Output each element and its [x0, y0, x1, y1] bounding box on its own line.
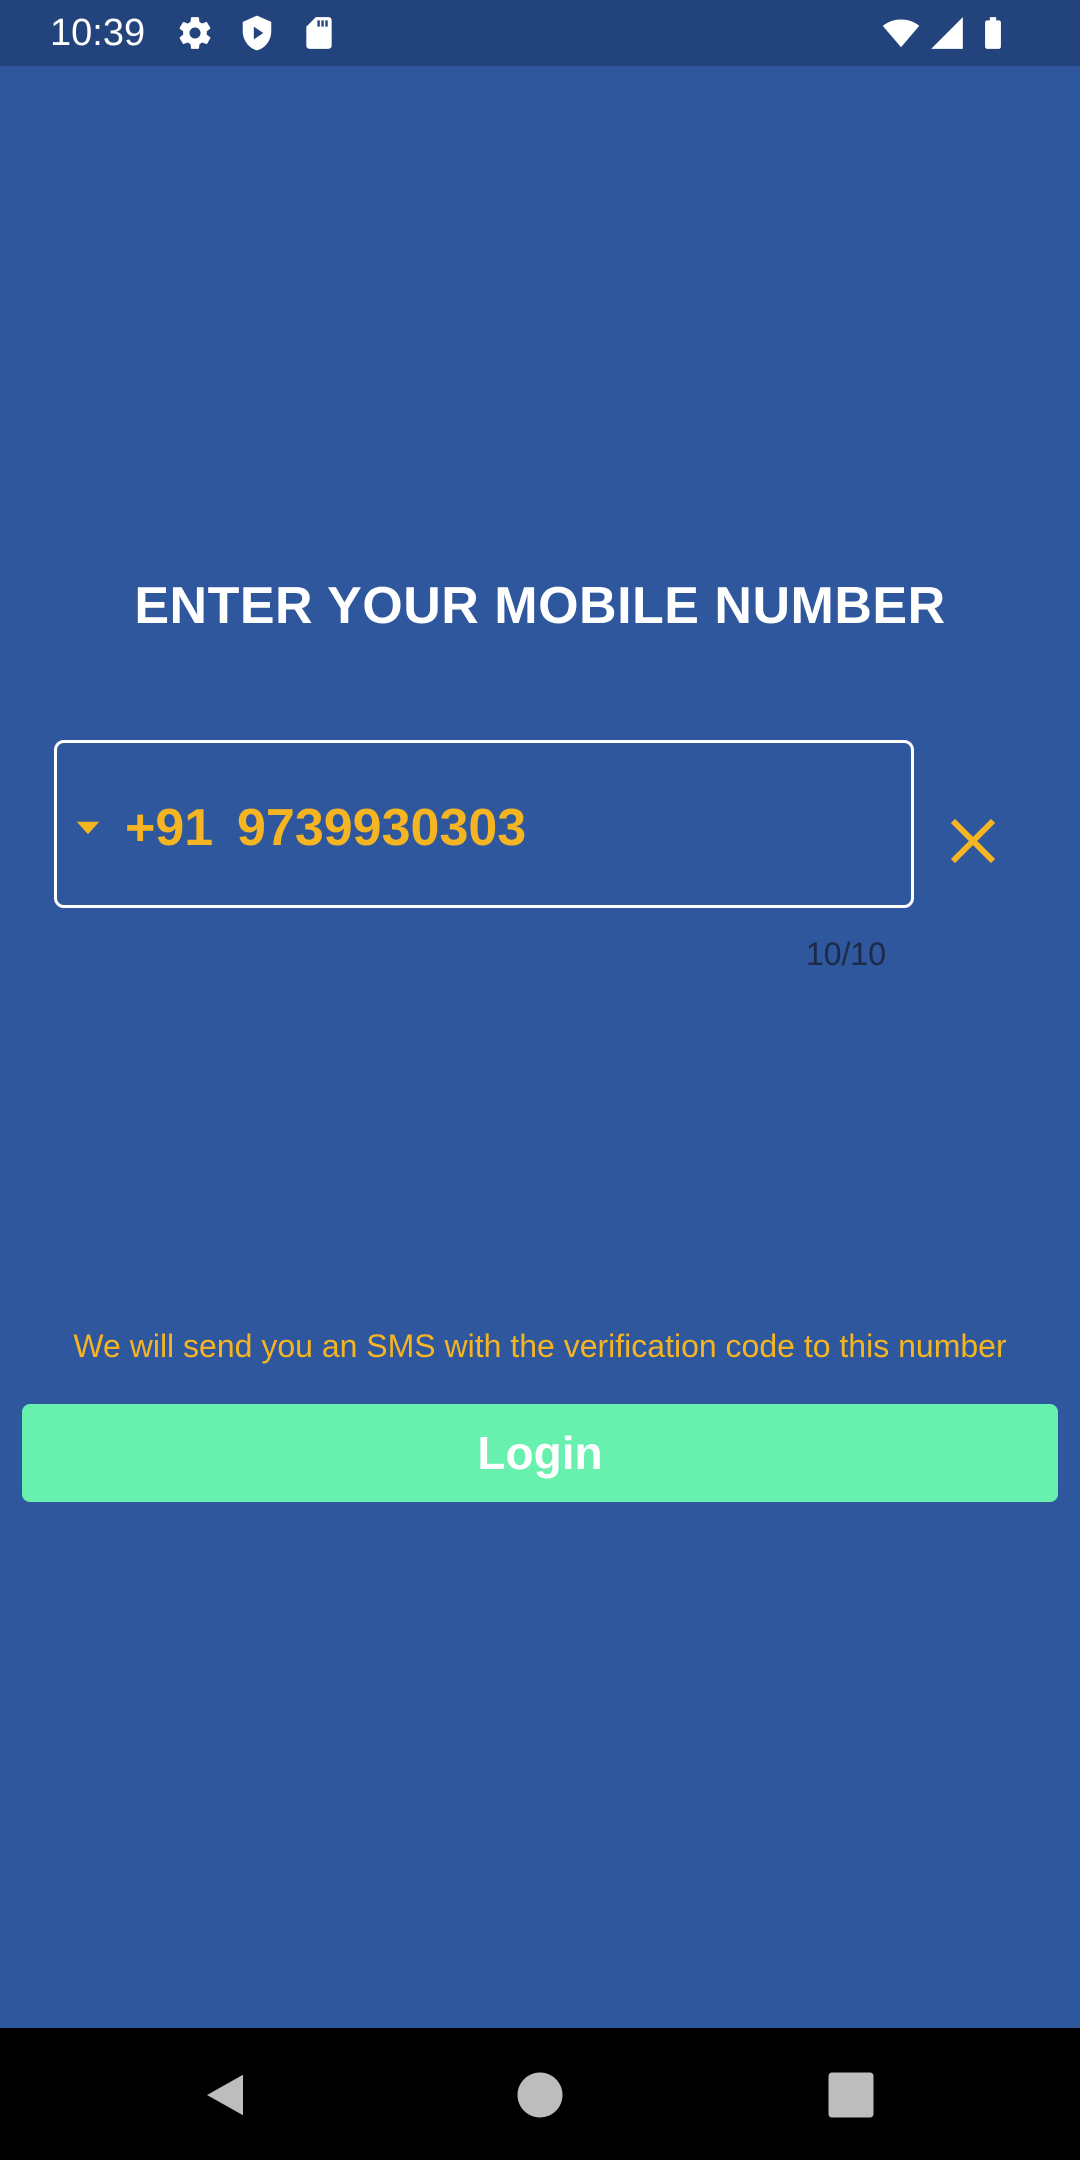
signal-icon	[928, 14, 966, 52]
status-time: 10:39	[50, 12, 146, 54]
phone-input-box: +91	[54, 740, 914, 908]
country-code-picker[interactable]: +91	[73, 783, 213, 873]
status-bar: 10:39	[0, 0, 1080, 66]
clear-icon[interactable]	[946, 814, 1000, 868]
login-button[interactable]: Login	[22, 1404, 1058, 1502]
battery-icon	[974, 14, 1012, 52]
phone-number-input[interactable]	[237, 783, 897, 873]
wifi-icon	[882, 14, 920, 52]
country-code: +91	[125, 799, 214, 857]
gear-icon	[176, 14, 214, 52]
sms-note: We will send you an SMS with the verific…	[73, 1328, 1007, 1364]
dropdown-arrow-icon	[73, 813, 103, 843]
recents-icon[interactable]	[824, 2068, 878, 2122]
sd-card-icon	[300, 14, 338, 52]
back-icon[interactable]	[198, 2068, 252, 2122]
login-screen: 10:39 ENTER YOUR MOBILE NUMBER +91 97399…	[0, 0, 1080, 2160]
page-title: ENTER YOUR MOBILE NUMBER	[134, 577, 946, 635]
shield-play-icon	[238, 14, 276, 52]
home-icon[interactable]	[513, 2068, 567, 2122]
navigation-bar	[0, 2028, 1080, 2160]
character-counter: 10/10	[805, 936, 886, 972]
